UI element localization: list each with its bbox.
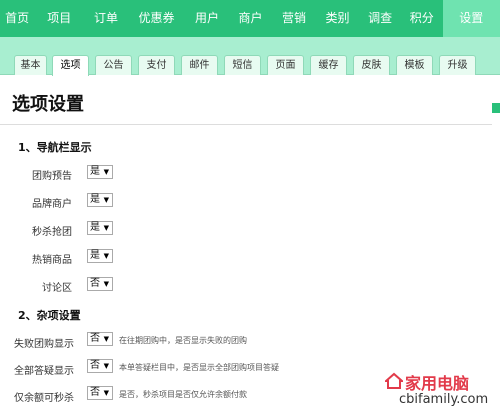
tab-pages[interactable]: 页面 [267,55,304,75]
nav-item-orders[interactable]: 订单 [84,0,128,37]
caret-down-icon: ▼ [103,252,109,260]
hint-failed-groups: 在往期团购中，是否显示失败的团购 [119,336,247,345]
top-nav: 首页 项目 订单 优惠券 用户 商户 营销 类别 调查 积分 设置 [0,0,500,37]
page-title: 选项设置 [12,94,84,115]
tab-templates[interactable]: 模板 [396,55,433,75]
select-group-preview[interactable]: 是 ▼ [87,165,113,179]
select-balance-only-flash[interactable]: 否 ▼ [87,386,113,400]
hint-balance-only-flash: 是否，秒杀项目是否仅允许余额付款 [119,390,247,399]
nav-item-projects[interactable]: 项目 [34,0,84,37]
tab-upgrade[interactable]: 升级 [439,55,476,75]
caret-down-icon: ▼ [103,362,109,370]
hint-all-qa: 本单答疑栏目中，是否显示全部团购项目答疑 [119,363,279,372]
nav-item-categories[interactable]: 类别 [316,0,360,37]
select-forum[interactable]: 否 ▼ [87,277,113,291]
caret-down-icon: ▼ [103,196,109,204]
settings-content: 选项设置 1、导航栏显示 团购预告 是 ▼ 品牌商户 是 ▼ 秒杀抢团 是 ▼ 热销商… [0,76,500,414]
select-failed-groups[interactable]: 否 ▼ [87,332,113,346]
caret-down-icon: ▼ [103,335,109,343]
nav-item-home[interactable]: 首页 [0,0,34,37]
row-label-hot-products: 热销商品 [32,255,72,266]
select-flash-sale[interactable]: 是 ▼ [87,221,113,235]
tab-payment[interactable]: 支付 [138,55,175,75]
select-hot-products[interactable]: 是 ▼ [87,249,113,263]
watermark: 家用电脑 cbifamily.com [385,370,495,410]
row-label-all-qa: 全部答疑显示 [14,366,74,377]
row-label-forum: 讨论区 [42,283,72,294]
nav-item-merchants[interactable]: 商户 [229,0,273,37]
watermark-url: cbifamily.com [399,392,489,407]
row-label-brand-merchant: 品牌商户 [32,199,72,210]
row-label-balance-only-flash: 仅余额可秒杀 [14,393,74,404]
house-logo-icon [385,372,403,389]
caret-down-icon: ▼ [103,224,109,232]
row-label-group-preview: 团购预告 [32,171,72,182]
nav-item-surveys[interactable]: 调查 [359,0,401,37]
nav-item-coupons[interactable]: 优惠券 [128,0,185,37]
tab-email[interactable]: 邮件 [181,55,218,75]
tab-announcements[interactable]: 公告 [95,55,132,75]
caret-down-icon: ▼ [103,389,109,397]
caret-down-icon: ▼ [103,168,109,176]
settings-tab-strip: 基本 选项 公告 支付 邮件 短信 页面 缓存 皮肤 模板 升级 [0,37,500,76]
side-tag[interactable] [492,103,500,113]
section-title-misc: 2、杂项设置 [18,309,81,322]
section-title-nav-display: 1、导航栏显示 [18,141,92,154]
watermark-title: 家用电脑 [405,374,470,393]
nav-item-users[interactable]: 用户 [185,0,229,37]
tab-cache[interactable]: 缓存 [310,55,347,75]
select-brand-merchant[interactable]: 是 ▼ [87,193,113,207]
title-divider [0,124,492,125]
tab-basic[interactable]: 基本 [14,55,47,75]
select-all-qa[interactable]: 否 ▼ [87,359,113,373]
tab-skins[interactable]: 皮肤 [353,55,390,75]
row-label-failed-groups: 失败团购显示 [14,339,74,350]
nav-item-points[interactable]: 积分 [401,0,443,37]
nav-item-settings[interactable]: 设置 [442,0,500,37]
tab-sms[interactable]: 短信 [224,55,261,75]
tab-options[interactable]: 选项 [52,55,89,76]
nav-item-marketing[interactable]: 营销 [272,0,316,37]
row-label-flash-sale: 秒杀抢团 [32,227,72,238]
caret-down-icon: ▼ [103,280,109,288]
